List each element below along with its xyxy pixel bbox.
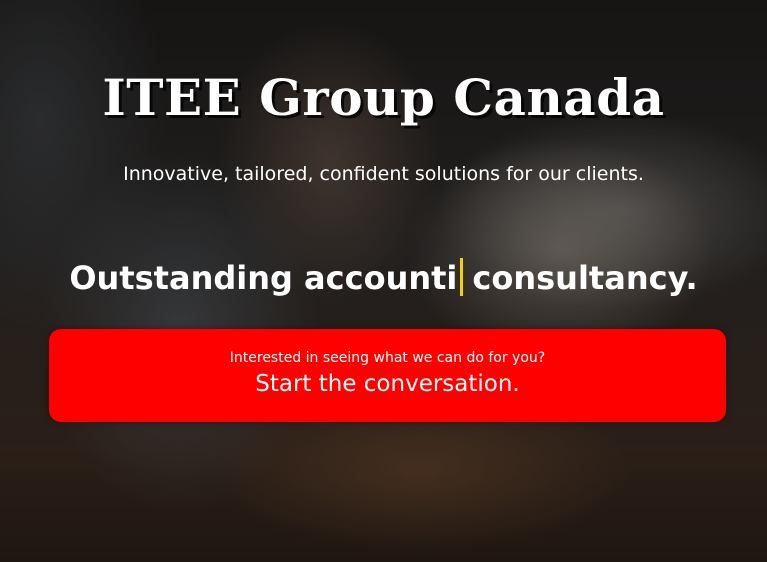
cta-prompt: Interested in seeing what we can do for …: [229, 350, 546, 366]
typed-text-after-cursor: consultancy.: [472, 259, 698, 297]
hero-section: ITEE Group Canada Innovative, tailored, …: [0, 0, 767, 562]
tagline: Innovative, tailored, confident solution…: [123, 163, 644, 185]
typed-text-before-cursor: Outstanding accounti: [69, 259, 458, 297]
brand-title: ITEE Group Canada: [102, 68, 665, 127]
typing-cursor: [460, 258, 464, 296]
cta-label: Start the conversation.: [255, 371, 520, 397]
typed-headline: Outstanding accounti consultancy.: [0, 258, 767, 297]
start-conversation-button[interactable]: Interested in seeing what we can do for …: [49, 329, 726, 422]
